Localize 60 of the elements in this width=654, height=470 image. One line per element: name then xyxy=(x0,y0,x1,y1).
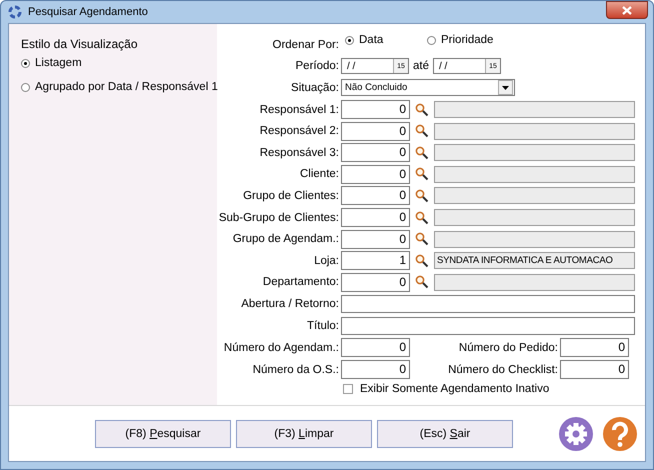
search-icon[interactable] xyxy=(415,124,429,138)
code-field[interactable]: 0 xyxy=(341,208,410,228)
field-label: Período: xyxy=(294,60,340,72)
field-label: Responsável 1: xyxy=(258,104,340,116)
field-label: Departamento: xyxy=(262,276,340,288)
search-icon[interactable] xyxy=(415,232,429,246)
number-field[interactable]: 0 xyxy=(341,360,410,380)
code-field[interactable]: 1 xyxy=(341,251,410,270)
radio-option[interactable]: Data xyxy=(345,34,423,46)
number-field[interactable]: 0 xyxy=(560,360,629,380)
code-field[interactable]: 0 xyxy=(341,164,410,184)
field-label: Loja: xyxy=(313,254,340,267)
field-label: Responsável 2: xyxy=(258,125,340,138)
search-icon[interactable] xyxy=(415,275,429,290)
search-icon[interactable] xyxy=(415,146,429,160)
help-icon[interactable] xyxy=(603,416,637,450)
action-button[interactable]: (F3) Limpar xyxy=(236,420,372,448)
field-label: Situação: xyxy=(290,82,340,94)
field-label: Grupo de Agendam.: xyxy=(232,233,340,246)
field-label: Ordenar Por: xyxy=(272,38,340,51)
text-field[interactable] xyxy=(341,294,635,313)
action-button[interactable]: (F8) Pesquisar xyxy=(95,420,231,448)
number-field[interactable]: 0 xyxy=(560,338,629,358)
code-field[interactable]: 0 xyxy=(341,186,410,206)
close-button[interactable] xyxy=(606,1,648,19)
action-button[interactable]: (Esc) Sair xyxy=(377,420,513,448)
field-label: Título: xyxy=(306,320,340,332)
search-icon[interactable] xyxy=(415,102,429,117)
description-field: SYNDATA INFORMATICA E AUTOMACAO xyxy=(434,252,635,270)
field-label: Cliente: xyxy=(299,168,340,180)
settings-icon[interactable] xyxy=(559,416,593,450)
radio-option[interactable]: Prioridade xyxy=(427,34,505,46)
field-label: Responsável 3: xyxy=(258,146,340,159)
group-title: Estilo da Visualização xyxy=(21,37,139,51)
search-icon[interactable] xyxy=(415,254,429,268)
code-field[interactable]: 0 xyxy=(341,230,410,249)
field-label: Grupo de Clientes: xyxy=(242,190,340,202)
checkbox-option[interactable]: Exibir Somente Agendamento Inativo xyxy=(343,383,550,396)
field-label: Número do Agendam.: xyxy=(222,342,340,354)
field-label: Número da O.S.: xyxy=(252,364,340,376)
search-icon[interactable] xyxy=(415,210,429,225)
field-label: Sub-Grupo de Clientes: xyxy=(218,212,340,224)
close-icon xyxy=(622,6,632,14)
code-field[interactable]: 0 xyxy=(341,143,410,162)
code-field[interactable]: 0 xyxy=(341,272,410,292)
window-title: Pesquisar Agendamento xyxy=(28,6,148,18)
code-field[interactable]: 0 xyxy=(341,100,410,120)
text-field[interactable] xyxy=(341,316,635,335)
radio-option[interactable]: Agrupado por Data / Responsável 1 xyxy=(21,81,218,93)
radio-option[interactable]: Listagem xyxy=(21,57,82,69)
status-dropdown[interactable]: Não Concluido xyxy=(341,79,515,96)
field-label: Número do Pedido: xyxy=(458,342,559,354)
number-field[interactable]: 0 xyxy=(341,338,410,358)
field-label: até xyxy=(413,60,429,72)
search-icon[interactable] xyxy=(415,167,429,182)
field-label: Abertura / Retorno: xyxy=(240,298,340,310)
app-icon xyxy=(8,5,22,19)
search-icon[interactable] xyxy=(415,188,429,203)
field-label: Número do Checklist: xyxy=(447,364,559,376)
code-field[interactable]: 0 xyxy=(341,122,410,141)
